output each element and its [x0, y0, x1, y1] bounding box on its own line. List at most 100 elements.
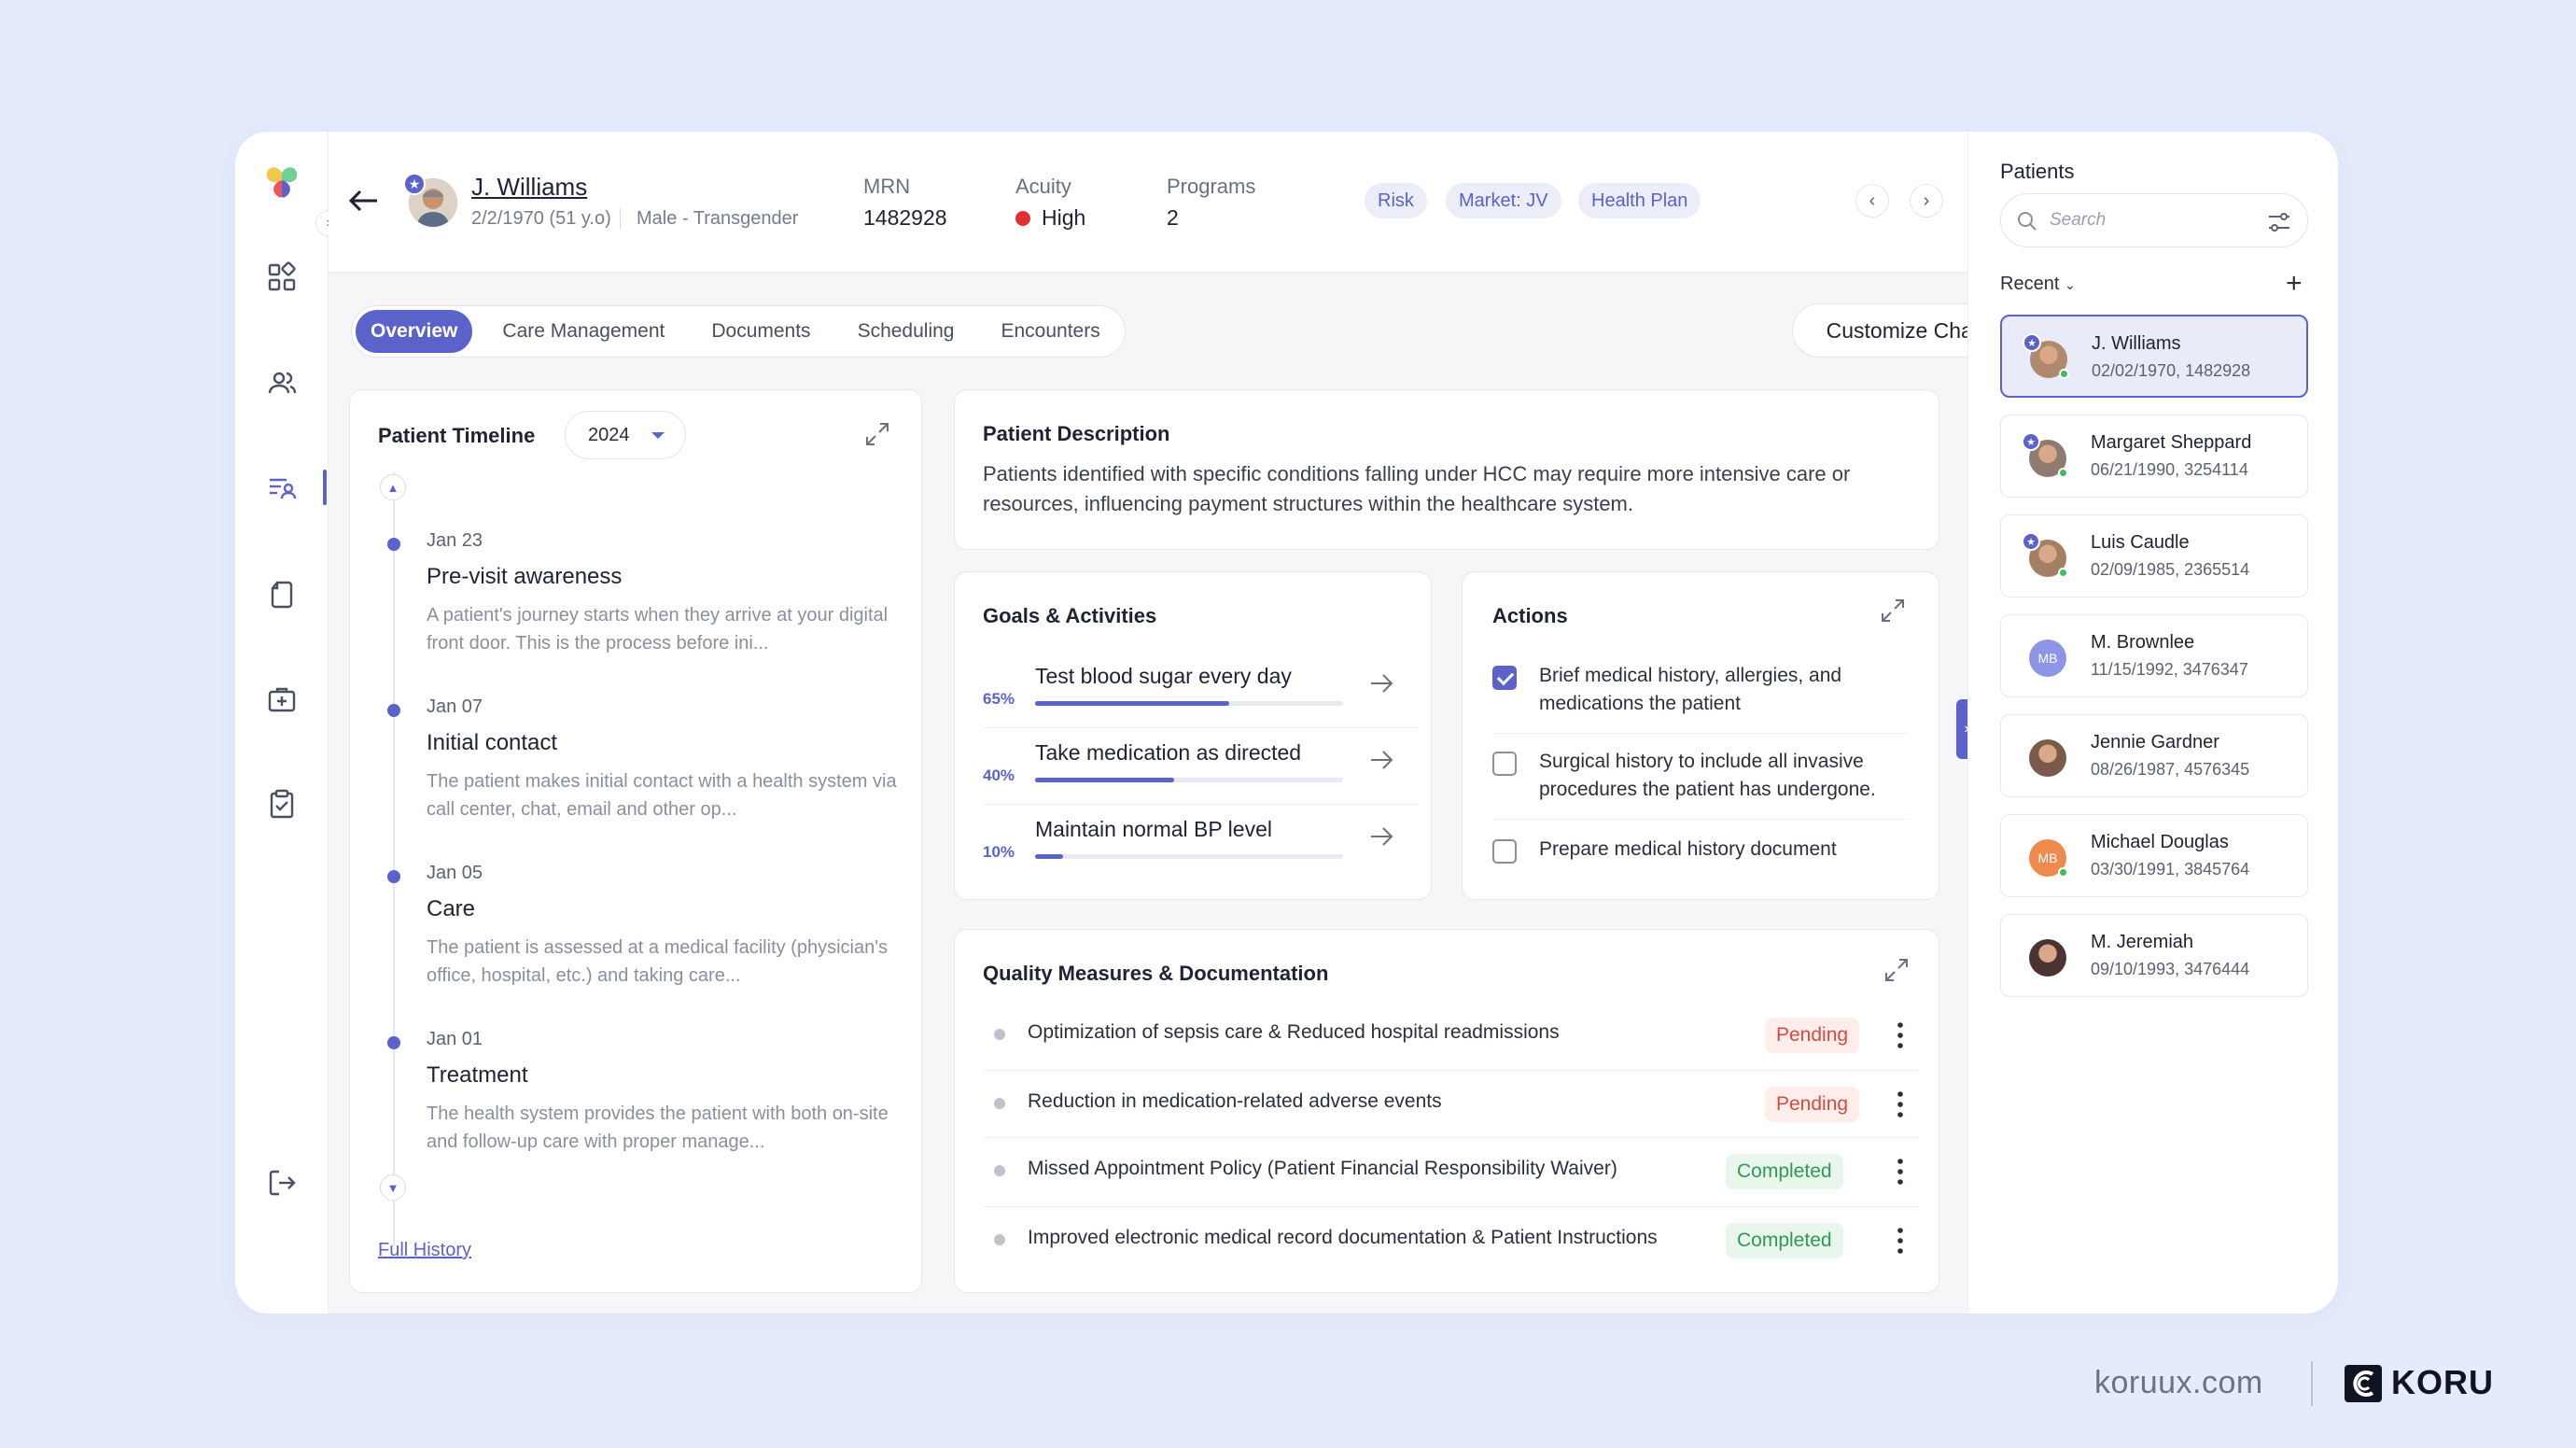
star-icon: ★ — [2023, 333, 2041, 352]
online-status-dot — [2059, 369, 2069, 379]
patient-card-name: Michael Douglas — [2091, 832, 2229, 852]
patient-card-meta: 03/30/1991, 3845764 — [2091, 860, 2250, 879]
more-vertical-icon[interactable] — [1886, 1089, 1914, 1120]
status-badge: Pending — [1765, 1087, 1860, 1122]
tab-bar: Overview Care Management Documents Sched… — [351, 305, 1126, 358]
tag-risk[interactable]: Risk — [1365, 183, 1427, 218]
patient-avatar — [2029, 739, 2066, 777]
divider — [620, 208, 621, 229]
dashboard-icon[interactable] — [263, 259, 301, 296]
patient-card-name: M. Brownlee — [2091, 632, 2195, 653]
tab-care-management[interactable]: Care Management — [487, 310, 679, 353]
action-divider — [1492, 733, 1909, 734]
quality-row[interactable]: Missed Appointment Policy (Patient Finan… — [983, 1137, 1918, 1204]
expand-icon[interactable] — [863, 420, 891, 448]
patient-card[interactable]: ★ J. Williams 02/02/1970, 1482928 — [2000, 315, 2308, 398]
chevron-up-icon: ▲ — [386, 480, 399, 495]
quality-text: Reduction in medication-related adverse … — [1028, 1090, 1442, 1112]
patient-card[interactable]: M. Jeremiah 09/10/1993, 3476444 — [2000, 914, 2308, 997]
action-divider — [1492, 819, 1909, 820]
filter-icon[interactable] — [2266, 209, 2292, 235]
action-checkbox[interactable] — [1492, 666, 1517, 690]
tab-overview[interactable]: Overview — [356, 310, 473, 353]
patient-card-name: Luis Caudle — [2091, 532, 2190, 553]
full-history-link[interactable]: Full History — [378, 1240, 471, 1261]
prev-patient-button[interactable]: ‹ — [1855, 184, 1889, 218]
more-vertical-icon[interactable] — [1886, 1156, 1914, 1188]
goal-percent: 65% — [983, 690, 1015, 708]
timeline-item-desc: The patient makes initial contact with a… — [427, 771, 897, 820]
timeline-item-desc: The patient is assessed at a medical fac… — [427, 937, 889, 986]
patients-panel-title: Patients — [2000, 160, 2075, 183]
goal-progress-fill — [1035, 701, 1229, 706]
goal-percent: 40% — [983, 766, 1015, 784]
expand-icon[interactable] — [1883, 956, 1911, 984]
action-checkbox[interactable] — [1492, 752, 1517, 776]
tag-market[interactable]: Market: JV — [1446, 183, 1561, 218]
add-patient-button[interactable]: + — [2286, 268, 2303, 300]
back-arrow-icon[interactable] — [345, 182, 383, 219]
acuity-dot-icon — [1015, 211, 1030, 226]
goal-progress-fill — [1035, 778, 1174, 782]
patient-card[interactable]: MB M. Brownlee 11/15/1992, 3476347 — [2000, 614, 2308, 697]
tab-documents[interactable]: Documents — [696, 310, 825, 353]
mrn-value: 1482928 — [863, 205, 947, 230]
logout-icon[interactable] — [263, 1164, 301, 1202]
tab-scheduling[interactable]: Scheduling — [843, 310, 970, 353]
timeline-item-title: Care — [427, 896, 476, 921]
goal-text: Test blood sugar every day — [1035, 664, 1292, 688]
acuity-value: High — [1015, 205, 1085, 231]
goal-divider — [983, 727, 1418, 728]
year-select[interactable]: 2024 — [565, 411, 686, 459]
timeline-item-title: Pre-visit awareness — [427, 564, 623, 589]
brand-divider — [2311, 1361, 2313, 1406]
document-icon[interactable] — [263, 576, 301, 613]
expand-icon[interactable] — [1879, 597, 1907, 625]
action-checkbox[interactable] — [1492, 839, 1517, 864]
timeline-scroll-up-button[interactable]: ▲ — [380, 474, 406, 500]
timeline-dot — [387, 538, 400, 551]
patient-card[interactable]: ★ Luis Caudle 02/09/1985, 2365514 — [2000, 514, 2308, 597]
status-badge: Pending — [1765, 1018, 1860, 1053]
more-vertical-icon[interactable] — [1886, 1019, 1914, 1051]
clipboard-check-icon[interactable] — [263, 785, 301, 822]
quality-row[interactable]: Reduction in medication-related adverse … — [983, 1070, 1918, 1137]
online-status-dot — [2058, 468, 2068, 478]
patient-card[interactable]: MB Michael Douglas 03/30/1991, 3845764 — [2000, 814, 2308, 897]
goal-text: Maintain normal BP level — [1035, 817, 1272, 841]
nav-rail: › — [235, 132, 342, 1314]
timeline-line — [393, 472, 395, 1245]
users-icon[interactable] — [263, 365, 301, 402]
star-icon: ★ — [2022, 532, 2040, 551]
timeline-scroll-down-button[interactable]: ▼ — [380, 1174, 406, 1201]
arrow-right-icon[interactable] — [1367, 746, 1395, 774]
arrow-right-icon[interactable] — [1367, 669, 1395, 697]
patient-search-input[interactable]: Search — [2000, 193, 2308, 247]
recent-dropdown[interactable]: Recent ⌄ — [2000, 274, 2076, 295]
patient-name-link[interactable]: J. Williams — [471, 173, 587, 202]
tag-health-plan[interactable]: Health Plan — [1578, 183, 1701, 218]
patient-card-name: Margaret Sheppard — [2091, 432, 2252, 453]
more-vertical-icon[interactable] — [1886, 1225, 1914, 1257]
next-patient-button[interactable]: › — [1910, 184, 1943, 218]
medical-kit-icon[interactable] — [263, 681, 301, 718]
goals-title: Goals & Activities — [983, 604, 1157, 627]
tab-encounters[interactable]: Encounters — [986, 310, 1114, 353]
star-icon: ★ — [403, 173, 426, 195]
arrow-right-icon[interactable] — [1367, 822, 1395, 851]
quality-row[interactable]: Improved electronic medical record docum… — [983, 1206, 1918, 1273]
avatar-photo — [2029, 939, 2066, 977]
goal-progress-fill — [1035, 854, 1063, 859]
patient-card[interactable]: ★ Margaret Sheppard 06/21/1990, 3254114 — [2000, 415, 2308, 498]
timeline-date: Jan 05 — [427, 863, 483, 883]
rail-active-indicator — [323, 470, 327, 505]
quality-row[interactable]: Optimization of sepsis care & Reduced ho… — [983, 1001, 1918, 1068]
online-status-dot — [2058, 867, 2068, 878]
app-logo-icon[interactable] — [259, 160, 304, 204]
quality-measures-card: Quality Measures & Documentation Optimiz… — [954, 929, 1939, 1293]
brand-url: koruux.com — [2094, 1365, 2263, 1400]
patient-card-meta: 09/10/1993, 3476444 — [2091, 960, 2250, 978]
patient-list-icon[interactable] — [263, 470, 301, 507]
patient-card[interactable]: Jennie Gardner 08/26/1987, 4576345 — [2000, 714, 2308, 797]
timeline-dot — [387, 1036, 400, 1049]
